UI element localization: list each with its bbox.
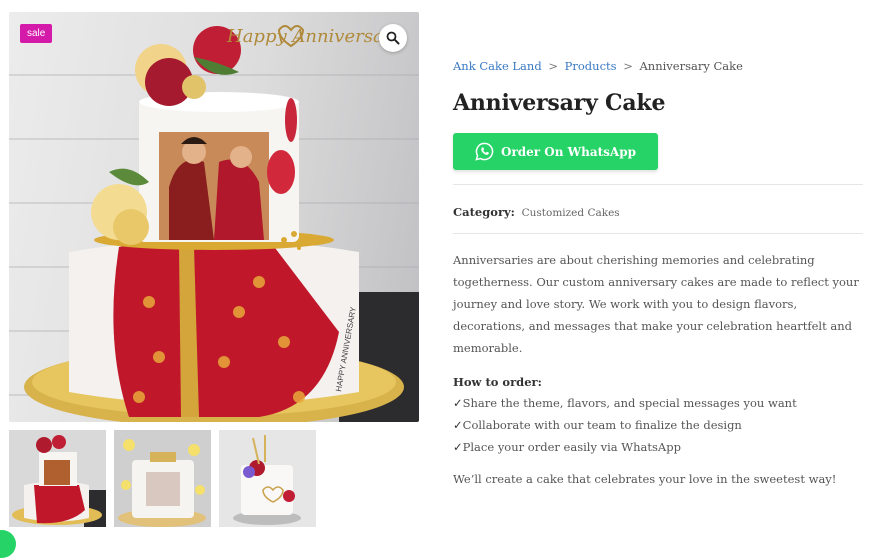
order-step: Place your order easily via WhatsApp <box>453 436 863 458</box>
whatsapp-icon <box>475 142 494 161</box>
sale-badge: sale <box>20 24 53 43</box>
thumbnail-3[interactable] <box>219 430 316 527</box>
how-to-order-heading: How to order: <box>453 375 542 389</box>
floating-whatsapp-button[interactable] <box>0 530 16 558</box>
order-whatsapp-button[interactable]: Order On WhatsApp <box>453 133 659 170</box>
thumbnail-strip <box>9 430 316 527</box>
zoom-button[interactable] <box>379 24 407 52</box>
order-step: Collaborate with our team to finalize th… <box>453 414 863 436</box>
order-step: Share the theme, flavors, and special me… <box>453 392 863 414</box>
cake-topper: Happy Anniversary <box>226 26 403 47</box>
order-whatsapp-label: Order On WhatsApp <box>501 144 637 159</box>
product-title: Anniversary Cake <box>453 90 666 116</box>
category-link[interactable]: Customized Cakes <box>522 207 620 219</box>
order-steps-list: Share the theme, flavors, and special me… <box>453 392 863 458</box>
breadcrumb-separator: > <box>623 59 633 73</box>
breadcrumb: Ank Cake Land > Products > Anniversary C… <box>453 59 863 73</box>
cake-illustration: HAPPY ANNIVERSARY Happy Anniversary <box>24 25 419 422</box>
breadcrumb-home-link[interactable]: Ank Cake Land <box>453 59 542 73</box>
product-summary: Ank Cake Land > Products > Anniversary C… <box>453 56 863 486</box>
breadcrumb-products-link[interactable]: Products <box>565 59 617 73</box>
thumbnail-1[interactable] <box>9 430 106 527</box>
closing-text: We’ll create a cake that celebrates your… <box>453 472 837 486</box>
magnifier-icon <box>386 31 400 45</box>
thumbnail-2[interactable] <box>114 430 211 527</box>
divider <box>453 184 863 185</box>
category-label: Category: <box>453 205 515 219</box>
divider <box>453 233 863 234</box>
product-description: Anniversaries are about cherishing memor… <box>453 253 859 355</box>
product-meta: Category: Customized Cakes <box>453 205 863 219</box>
breadcrumb-current: Anniversary Cake <box>639 59 743 73</box>
breadcrumb-separator: > <box>548 59 558 73</box>
product-main-image[interactable]: HAPPY ANNIVERSARY Happy Anniversary <box>9 12 419 422</box>
